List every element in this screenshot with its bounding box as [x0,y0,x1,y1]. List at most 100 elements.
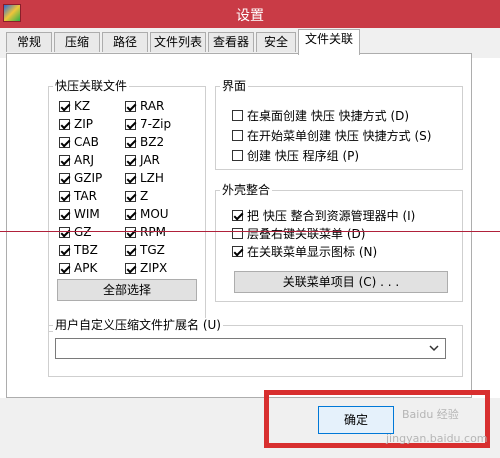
checkbox-label: RAR [140,99,165,113]
checkbox-label: 创建 快压 程序组 (P) [247,149,360,163]
checkbox-cascade-menu[interactable]: 层叠右键关联菜单 (D) [232,225,365,242]
checkbox-start-menu-shortcut[interactable]: 在开始菜单创建 快压 快捷方式 (S) [232,127,431,144]
group-title: 界面 [220,79,249,93]
tab-compress[interactable]: 压缩 [54,32,100,52]
checkbox-label: ARJ [74,153,95,167]
checkbox-label: GZIP [74,171,103,185]
group-title: 快压关联文件 [53,79,130,93]
checkbox-label: CAB [74,135,99,149]
checkbox-label: GZ [74,225,92,239]
checkbox-bz2[interactable]: BZ2 [125,135,164,149]
check-icon [59,208,70,220]
checkbox-jar[interactable]: JAR [125,153,160,167]
check-icon [59,262,70,274]
check-icon [232,246,243,257]
check-icon [125,244,136,256]
checkbox-integrate-explorer[interactable]: 把 快压 整合到资源管理器中 (I) [232,207,415,224]
checkbox-label: 在开始菜单创建 快压 快捷方式 (S) [247,129,432,143]
checkbox-cab[interactable]: CAB [59,135,99,149]
title-bar: 设置 [0,0,500,28]
shell-integration-group: 外壳整合 把 快压 整合到资源管理器中 (I) 层叠右键关联菜单 (D) 在关联… [215,183,463,302]
checkbox-label: APK [74,261,98,275]
checkbox-label: 层叠右键关联菜单 (D) [247,227,366,241]
tab-general[interactable]: 常规 [6,32,52,52]
check-icon [59,118,70,130]
checkbox-apk[interactable]: APK [59,261,97,275]
checkbox-zip[interactable]: ZIP [59,117,93,131]
check-icon [125,226,136,238]
settings-panel: 快压关联文件 KZ ZIP CAB ARJ GZIP TAR WIM GZ TB… [6,53,472,398]
select-all-button[interactable]: 全部选择 [57,279,197,301]
checkbox-7zip[interactable]: 7-Zip [125,117,171,131]
check-icon [59,226,70,238]
checkbox-label: TAR [74,189,97,203]
check-icon [59,136,70,148]
checkbox-gzip[interactable]: GZIP [59,171,102,185]
checkbox-box [232,130,243,141]
tab-file-list[interactable]: 文件列表 [150,32,206,52]
check-icon [59,244,70,256]
menu-items-button[interactable]: 关联菜单项目 (C) . . . [234,271,448,293]
checkbox-label: JAR [140,153,160,167]
checkbox-tbz[interactable]: TBZ [59,243,98,257]
checkbox-box [232,228,243,239]
check-icon [125,118,136,130]
custom-extension-combobox[interactable] [55,338,446,359]
chevron-down-icon[interactable] [429,343,439,353]
check-icon [125,172,136,184]
checkbox-label: ZIPX [140,261,168,275]
check-icon [125,136,136,148]
check-icon [232,210,243,221]
checkbox-gz[interactable]: GZ [59,225,92,239]
checkbox-desktop-shortcut[interactable]: 在桌面创建 快压 快捷方式 (D) [232,107,409,124]
checkbox-lzh[interactable]: LZH [125,171,164,185]
checkbox-label: WIM [74,207,100,221]
tab-file-association[interactable]: 文件关联 [298,29,360,55]
checkbox-wim[interactable]: WIM [59,207,100,221]
checkbox-box [232,110,243,121]
check-icon [125,154,136,166]
tab-path[interactable]: 路径 [102,32,148,52]
check-icon [59,154,70,166]
checkbox-mou[interactable]: MOU [125,207,169,221]
check-icon [125,262,136,274]
checkbox-label: ZIP [74,117,93,131]
checkbox-box [232,150,243,161]
check-icon [59,172,70,184]
check-icon [125,208,136,220]
watermark-url: jingyan.baidu.com [386,432,488,445]
checkbox-label: Z [140,189,149,203]
checkbox-rar[interactable]: RAR [125,99,164,113]
checkbox-label: MOU [140,207,169,221]
checkbox-label: TBZ [74,243,98,257]
checkbox-label: BZ2 [140,135,165,149]
tab-viewer[interactable]: 查看器 [208,32,254,52]
watermark-logo: Baidu 经验 [402,408,459,421]
group-title: 用户自定义压缩文件扩展名 (U) [53,318,223,332]
checkbox-tgz[interactable]: TGZ [125,243,165,257]
checkbox-label: RPM [140,225,166,239]
checkbox-kz[interactable]: KZ [59,99,90,113]
checkbox-menu-icons[interactable]: 在关联菜单显示图标 (N) [232,243,377,260]
check-icon [59,100,70,112]
checkbox-label: TGZ [140,243,165,257]
window-title: 设置 [236,8,264,24]
check-icon [59,190,70,202]
checkbox-tar[interactable]: TAR [59,189,97,203]
checkbox-rpm[interactable]: RPM [125,225,166,239]
check-icon [125,100,136,112]
checkbox-z[interactable]: Z [125,189,148,203]
custom-extension-group: 用户自定义压缩文件扩展名 (U) [48,318,463,377]
check-icon [125,190,136,202]
checkbox-zipx[interactable]: ZIPX [125,261,167,275]
tab-security[interactable]: 安全 [256,32,296,52]
checkbox-program-group[interactable]: 创建 快压 程序组 (P) [232,147,359,164]
file-association-group: 快压关联文件 KZ ZIP CAB ARJ GZIP TAR WIM GZ TB… [48,79,206,332]
checkbox-arj[interactable]: ARJ [59,153,94,167]
checkbox-label: 在桌面创建 快压 快捷方式 (D) [247,109,410,123]
checkbox-label: LZH [140,171,164,185]
annotation-line [0,231,500,232]
checkbox-label: 7-Zip [140,117,172,131]
checkbox-label: 把 快压 整合到资源管理器中 (I) [247,209,416,223]
group-title: 外壳整合 [220,183,273,197]
